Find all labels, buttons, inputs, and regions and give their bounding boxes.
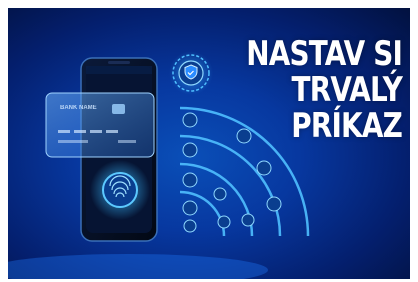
- headline: NASTAV SI TRVALÝ PRÍKAZ: [246, 34, 403, 146]
- fingerprint-icon: [90, 160, 150, 220]
- bank-card-icon: BANK NAME: [45, 92, 155, 158]
- headline-line-1: NASTAV SI: [246, 34, 403, 74]
- shield-icon: [169, 51, 213, 95]
- headline-line-2: TRVALÝ: [291, 70, 403, 110]
- promo-banner[interactable]: BANK NAME NASTAV SI TRVALÝ PRÍKAZ: [8, 8, 410, 279]
- bank-name-label: BANK NAME: [60, 105, 97, 111]
- headline-line-3: PRÍKAZ: [291, 106, 403, 146]
